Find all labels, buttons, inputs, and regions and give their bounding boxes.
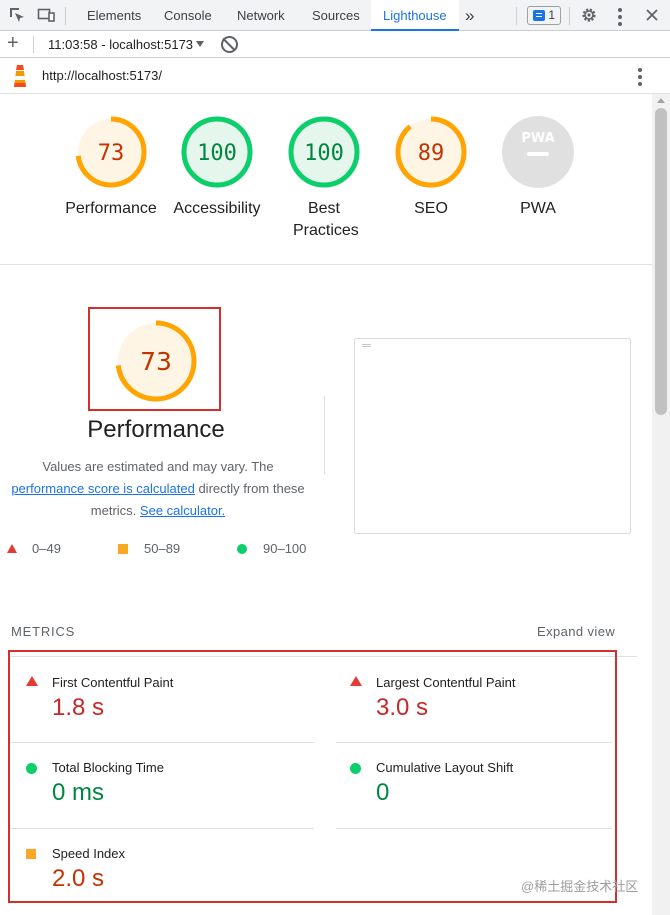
metric-name: Speed Index (52, 846, 126, 861)
metric-divider (336, 828, 612, 829)
metrics-header: METRICS (11, 624, 76, 639)
gauge-label-seo: SEO (414, 200, 448, 217)
tab-console[interactable]: Console (162, 0, 214, 31)
metric-divider (11, 828, 314, 829)
new-report-plus-icon[interactable]: + (7, 33, 19, 53)
metric-divider (11, 742, 314, 743)
report-scrollbar[interactable] (652, 94, 670, 915)
performance-gauge-ring: 73 (75, 116, 147, 188)
gauge-best-practices[interactable]: 100 Best Practices (269, 116, 379, 242)
see-calculator-link[interactable]: See calculator. (140, 503, 225, 518)
seo-gauge-ring: 89 (395, 116, 467, 188)
tab-network[interactable]: Network (235, 0, 287, 31)
performance-score-link[interactable]: performance score is calculated (11, 481, 195, 496)
performance-main-score: 73 (140, 347, 172, 376)
accessibility-gauge-ring: 100 (181, 116, 253, 188)
device-toolbar-icon[interactable] (37, 6, 55, 24)
expand-view-toggle[interactable]: Expand view (537, 624, 615, 639)
lighthouse-toolbar: + 11:03:58 - localhost:5173 (0, 31, 670, 58)
report-tools-menu-icon[interactable] (638, 68, 642, 89)
gauge-performance[interactable]: 73 Performance (56, 116, 166, 220)
report-selector[interactable]: 11:03:58 - localhost:5173 (48, 31, 193, 58)
issues-badge[interactable]: 1 (527, 6, 561, 25)
tab-sources[interactable]: Sources (310, 0, 362, 31)
final-screenshot-thumbnail[interactable] (354, 338, 631, 534)
best-practices-gauge-ring: 100 (288, 116, 360, 188)
square-icon (118, 544, 128, 554)
pwa-badge-text: PWA (521, 131, 554, 146)
gauge-label-accessibility: Accessibility (173, 200, 261, 217)
pwa-badge-icon: PWA (502, 116, 574, 188)
close-devtools-icon[interactable] (643, 6, 661, 24)
metric-name: First Contentful Paint (52, 675, 174, 690)
watermark: @稀土掘金技术社区 (521, 879, 639, 894)
gauge-seo[interactable]: 89 SEO (376, 116, 486, 220)
tab-elements[interactable]: Elements (85, 0, 143, 31)
performance-vertical-divider (324, 396, 325, 474)
performance-title: Performance (87, 416, 225, 443)
report-url-bar: http://localhost:5173/ (0, 58, 670, 94)
gauge-label-best-practices: Best Practices (293, 200, 359, 239)
devtools-tab-bar: Elements Console Network Sources Lightho… (0, 0, 670, 31)
desc-text-1: Values are estimated and may vary. The (42, 459, 274, 474)
scroll-up-arrow-icon[interactable] (657, 98, 665, 103)
average-square-icon (26, 849, 36, 859)
metric-value: 2.0 s (52, 865, 105, 892)
issues-count: 1 (548, 8, 555, 22)
metric-name: Total Blocking Time (52, 760, 164, 775)
performance-main-gauge[interactable]: 73 (114, 319, 198, 403)
tab-lighthouse[interactable]: Lighthouse (371, 0, 459, 31)
report-url: http://localhost:5173/ (42, 68, 162, 83)
scrollbar-thumb[interactable] (655, 108, 667, 415)
metric-name: Largest Contentful Paint (376, 675, 516, 690)
lighthouse-logo-icon (14, 65, 26, 87)
metric-divider (336, 742, 612, 743)
seo-score: 89 (418, 141, 445, 166)
clear-reports-icon[interactable] (221, 36, 238, 53)
customize-devtools-menu-icon[interactable] (618, 8, 622, 29)
gauge-pwa[interactable]: PWA PWA (483, 116, 593, 220)
pass-circle-icon (350, 763, 361, 774)
accessibility-score: 100 (197, 141, 237, 166)
message-icon (533, 10, 545, 21)
gauge-accessibility[interactable]: 100 Accessibility (162, 116, 272, 220)
fail-triangle-icon (350, 676, 362, 686)
legend-pass-range: 90–100 (263, 541, 307, 556)
legend-fail-range: 0–49 (32, 541, 61, 556)
report-dropdown-caret-icon[interactable] (196, 41, 204, 47)
metric-value: 3.0 s (376, 694, 429, 721)
metric-value: 0 (376, 779, 390, 806)
more-tabs-chevron-icon[interactable]: » (463, 0, 476, 31)
gauge-label-pwa: PWA (520, 200, 556, 217)
summary-divider (0, 264, 652, 265)
thumbnail-content (362, 344, 371, 347)
best-practices-score: 100 (304, 141, 344, 166)
triangle-icon (7, 544, 17, 553)
settings-gear-icon[interactable] (580, 6, 598, 24)
gauge-label-performance: Performance (65, 200, 157, 217)
fail-triangle-icon (26, 676, 38, 686)
legend-average-range: 50–89 (144, 541, 181, 556)
metric-name: Cumulative Layout Shift (376, 760, 514, 775)
performance-score: 73 (98, 141, 125, 166)
metric-value: 0 ms (52, 779, 105, 806)
metric-value: 1.8 s (52, 694, 105, 721)
pass-circle-icon (26, 763, 37, 774)
inspect-element-icon[interactable] (8, 6, 26, 24)
circle-icon (237, 544, 247, 554)
performance-description: Values are estimated and may vary. The p… (10, 456, 306, 522)
